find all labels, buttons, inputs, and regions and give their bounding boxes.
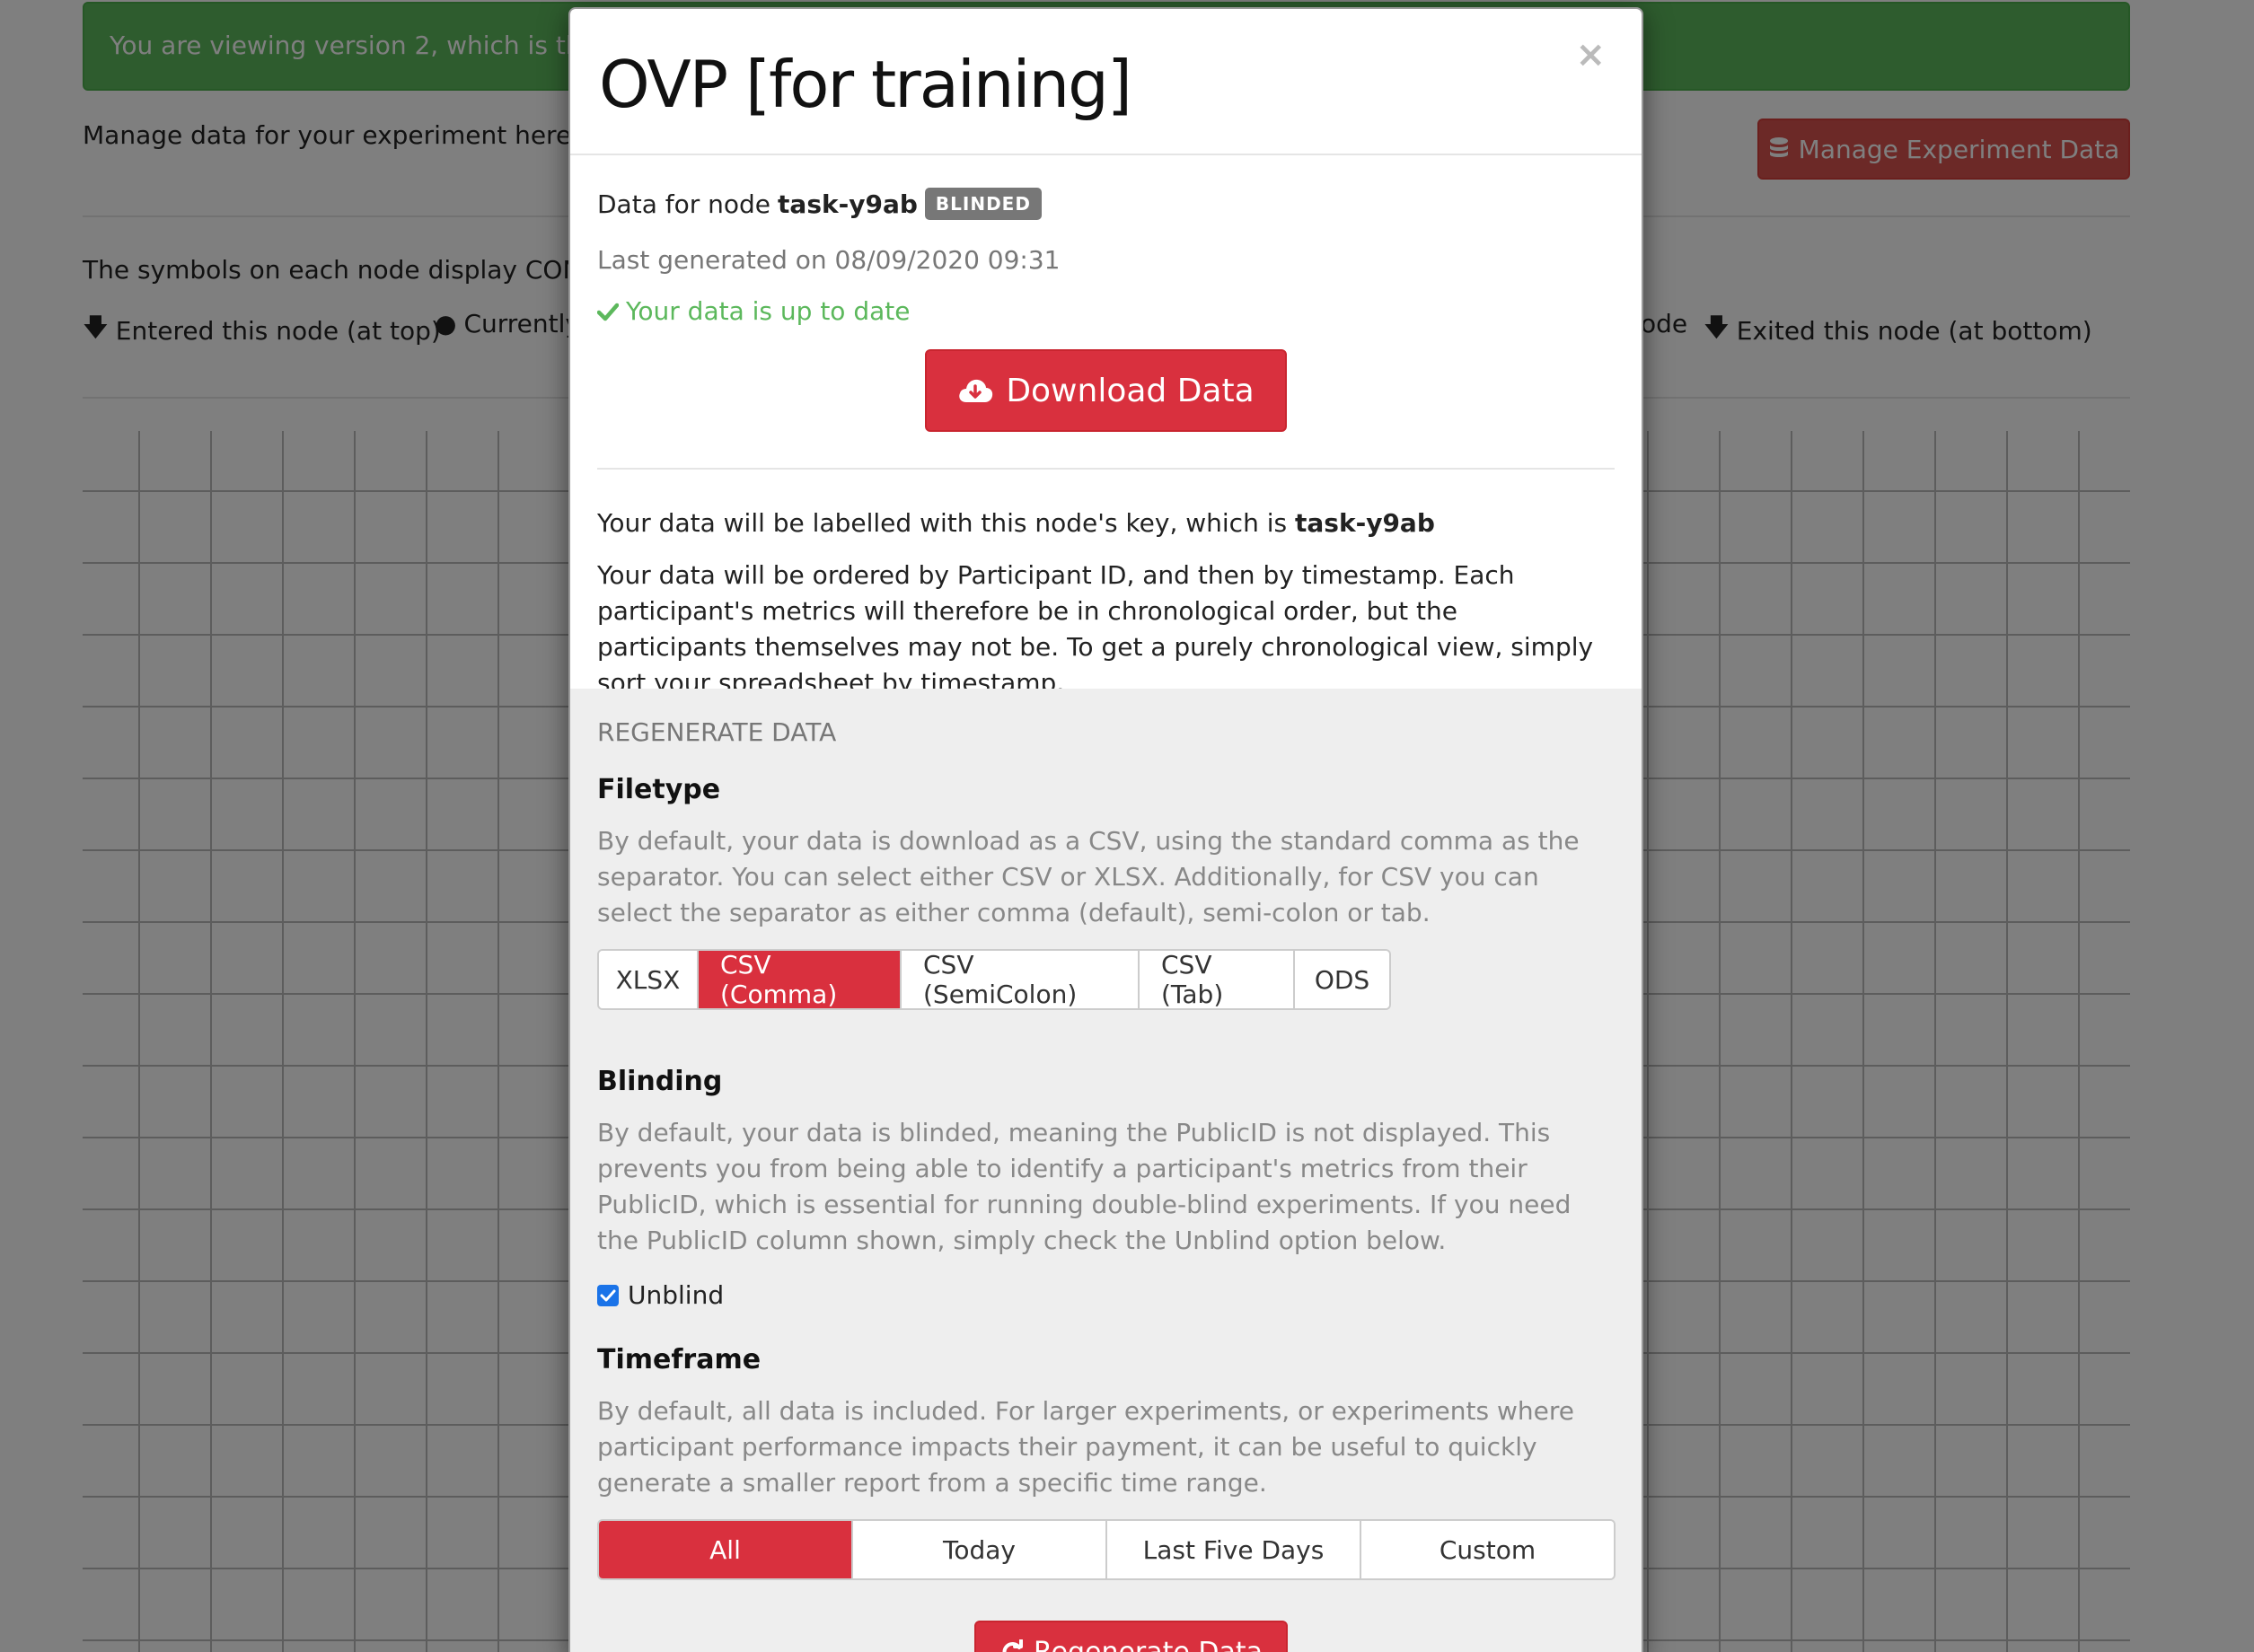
unblind-option[interactable]: Unblind [597, 1280, 1615, 1310]
unblind-label: Unblind [628, 1280, 725, 1310]
timeframe-title: Timeframe [597, 1344, 762, 1375]
filetype-option-xlsx[interactable]: XLSX [599, 951, 699, 1008]
cloud-download-icon [959, 379, 993, 402]
timeframe-option-last-five-days[interactable]: Last Five Days [1107, 1521, 1361, 1578]
filetype-description: By default, your data is download as a C… [597, 826, 1580, 927]
regenerate-section: REGENERATE DATA Filetype By default, you… [570, 689, 1642, 1652]
up-to-date-status: Your data is up to date [597, 296, 1615, 326]
download-wrap: Download Data [597, 349, 1615, 432]
blinding-description: By default, your data is blinded, meanin… [597, 1118, 1572, 1255]
regenerate-data-label: Regenerate Data [1034, 1636, 1263, 1652]
close-icon[interactable]: × [1575, 34, 1606, 75]
timeframe-option-today[interactable]: Today [853, 1521, 1107, 1578]
timeframe-button-group: All Today Last Five Days Custom [597, 1519, 1616, 1580]
node-key: task-y9ab [778, 189, 918, 219]
labelled-key: task-y9ab [1295, 508, 1435, 538]
divider [597, 468, 1615, 470]
blinding-title: Blinding [597, 1066, 723, 1097]
regenerate-button-wrap: Regenerate Data [974, 1621, 1289, 1652]
filetype-button-group: XLSX CSV (Comma) CSV (SemiColon) CSV (Ta… [597, 949, 1391, 1010]
filetype-option-ods[interactable]: ODS [1295, 951, 1389, 1008]
download-data-button[interactable]: Download Data [925, 349, 1287, 432]
filetype-title: Filetype [597, 774, 721, 805]
last-generated: Last generated on 08/09/2020 09:31 [597, 245, 1061, 275]
checkmark-icon [600, 1289, 616, 1301]
node-info-prefix: Data for node [597, 189, 771, 219]
unblind-checkbox[interactable] [597, 1284, 619, 1306]
modal-header: OVP [for training] × [570, 9, 1642, 155]
download-data-label: Download Data [1006, 372, 1255, 409]
up-to-date-text: Your data is up to date [626, 296, 911, 326]
regenerate-data-button[interactable]: Regenerate Data [974, 1621, 1289, 1652]
download-data-modal: OVP [for training] × Data for node task-… [568, 7, 1643, 1652]
timeframe-description: By default, all data is included. For la… [597, 1396, 1574, 1498]
ordered-text: Your data will be ordered by Participant… [597, 560, 1594, 698]
refresh-icon [1002, 1639, 1023, 1652]
modal-body: Data for node task-y9ab BLINDED Last gen… [570, 188, 1642, 701]
labelled-text: Your data will be labelled with this nod… [597, 505, 1615, 541]
blinded-badge: BLINDED [924, 188, 1042, 220]
node-info: Data for node task-y9ab BLINDED [597, 188, 1615, 220]
labelled-prefix: Your data will be labelled with this nod… [597, 508, 1288, 538]
modal-title: OVP [for training] [599, 47, 1132, 122]
filetype-option-csv-semicolon[interactable]: CSV (SemiColon) [902, 951, 1140, 1008]
filetype-option-csv-tab[interactable]: CSV (Tab) [1140, 951, 1295, 1008]
timeframe-option-all[interactable]: All [599, 1521, 853, 1578]
checkmark-icon [597, 303, 619, 321]
timeframe-option-custom[interactable]: Custom [1361, 1521, 1614, 1578]
filetype-option-csv-comma[interactable]: CSV (Comma) [699, 951, 902, 1008]
regenerate-heading: REGENERATE DATA [597, 717, 837, 747]
